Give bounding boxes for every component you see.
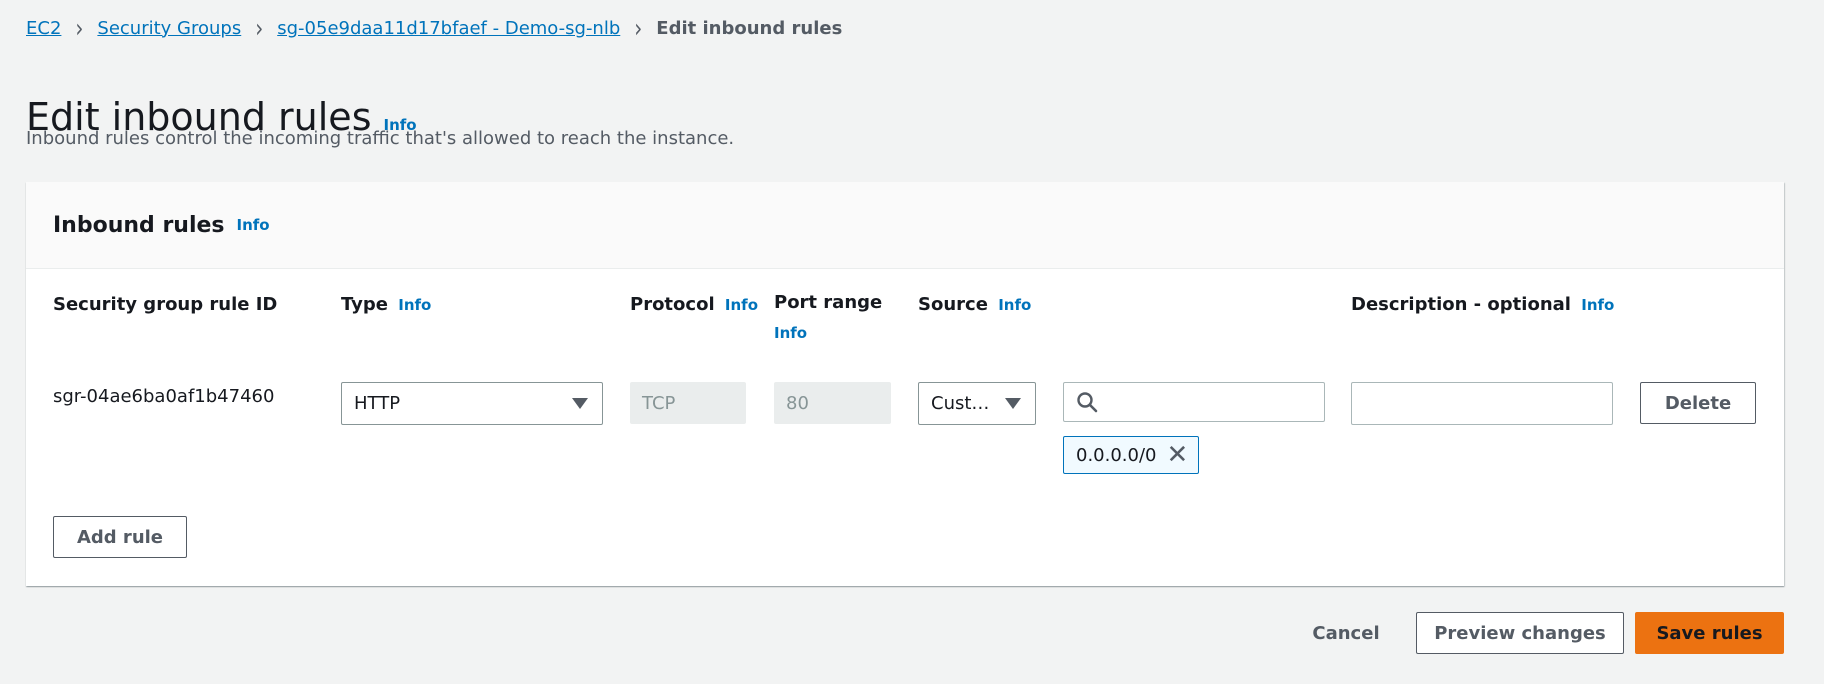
port-range-info-link[interactable]: Info (774, 324, 807, 342)
column-header-port-range: Port range Info (774, 288, 884, 348)
source-cidr-token-label: 0.0.0.0/0 (1076, 444, 1157, 466)
panel-info-link[interactable]: Info (237, 216, 270, 234)
save-rules-button[interactable]: Save rules (1635, 612, 1784, 654)
breadcrumb: EC2 › Security Groups › sg-05e9daa11d17b… (26, 12, 843, 43)
description-input[interactable] (1351, 382, 1613, 425)
type-info-link[interactable]: Info (398, 296, 431, 314)
preview-changes-button[interactable]: Preview changes (1416, 612, 1624, 654)
column-header-source: Source Info (918, 294, 1031, 315)
page-description: Inbound rules control the incoming traff… (26, 128, 735, 149)
breadcrumb-security-group-link[interactable]: sg-05e9daa11d17bfaef - Demo-sg-nlb (277, 18, 620, 39)
source-cidr-token: 0.0.0.0/0 ✕ (1063, 436, 1200, 474)
column-header-rule-id-label: Security group rule ID (53, 294, 278, 315)
protocol-field: TCP (630, 382, 746, 424)
rule-id: sgr-04ae6ba0af1b47460 (53, 386, 275, 407)
panel-title: Inbound rules (53, 212, 225, 238)
type-select[interactable]: HTTP (341, 382, 603, 425)
description-info-link[interactable]: Info (1581, 296, 1614, 314)
source-info-link[interactable]: Info (998, 296, 1031, 314)
panel-header: Inbound rules Info (26, 182, 1784, 269)
column-header-protocol-label: Protocol (630, 294, 715, 315)
column-header-port-range-label: Port range (774, 292, 883, 313)
column-header-protocol: Protocol Info (630, 294, 758, 315)
caret-down-icon (1005, 398, 1021, 409)
breadcrumb-security-groups-link[interactable]: Security Groups (97, 18, 241, 39)
breadcrumb-ec2-link[interactable]: EC2 (26, 18, 61, 39)
add-rule-button[interactable]: Add rule (53, 516, 187, 558)
column-header-type: Type Info (341, 294, 431, 315)
close-icon[interactable]: ✕ (1167, 442, 1189, 468)
column-header-rule-id: Security group rule ID (53, 294, 277, 315)
source-type-select[interactable]: Cust… (918, 382, 1036, 425)
breadcrumb-current: Edit inbound rules (656, 17, 843, 39)
chevron-right-icon: › (75, 12, 84, 44)
search-icon (1077, 392, 1098, 413)
cancel-button[interactable]: Cancel (1302, 612, 1390, 654)
caret-down-icon (572, 398, 588, 409)
chevron-right-icon: › (255, 12, 264, 44)
column-header-type-label: Type (341, 294, 388, 315)
column-header-description-label: Description - optional (1351, 294, 1571, 315)
delete-rule-button[interactable]: Delete (1640, 382, 1756, 424)
chevron-right-icon: › (634, 12, 643, 44)
inbound-rules-panel: Inbound rules Info Security group rule I… (26, 182, 1784, 586)
source-type-select-value: Cust… (931, 393, 990, 414)
port-range-field: 80 (774, 382, 891, 424)
protocol-info-link[interactable]: Info (725, 296, 758, 314)
column-header-source-label: Source (918, 294, 988, 315)
column-header-description: Description - optional Info (1351, 294, 1614, 315)
source-search-input[interactable] (1063, 382, 1325, 422)
type-select-value: HTTP (354, 393, 401, 414)
